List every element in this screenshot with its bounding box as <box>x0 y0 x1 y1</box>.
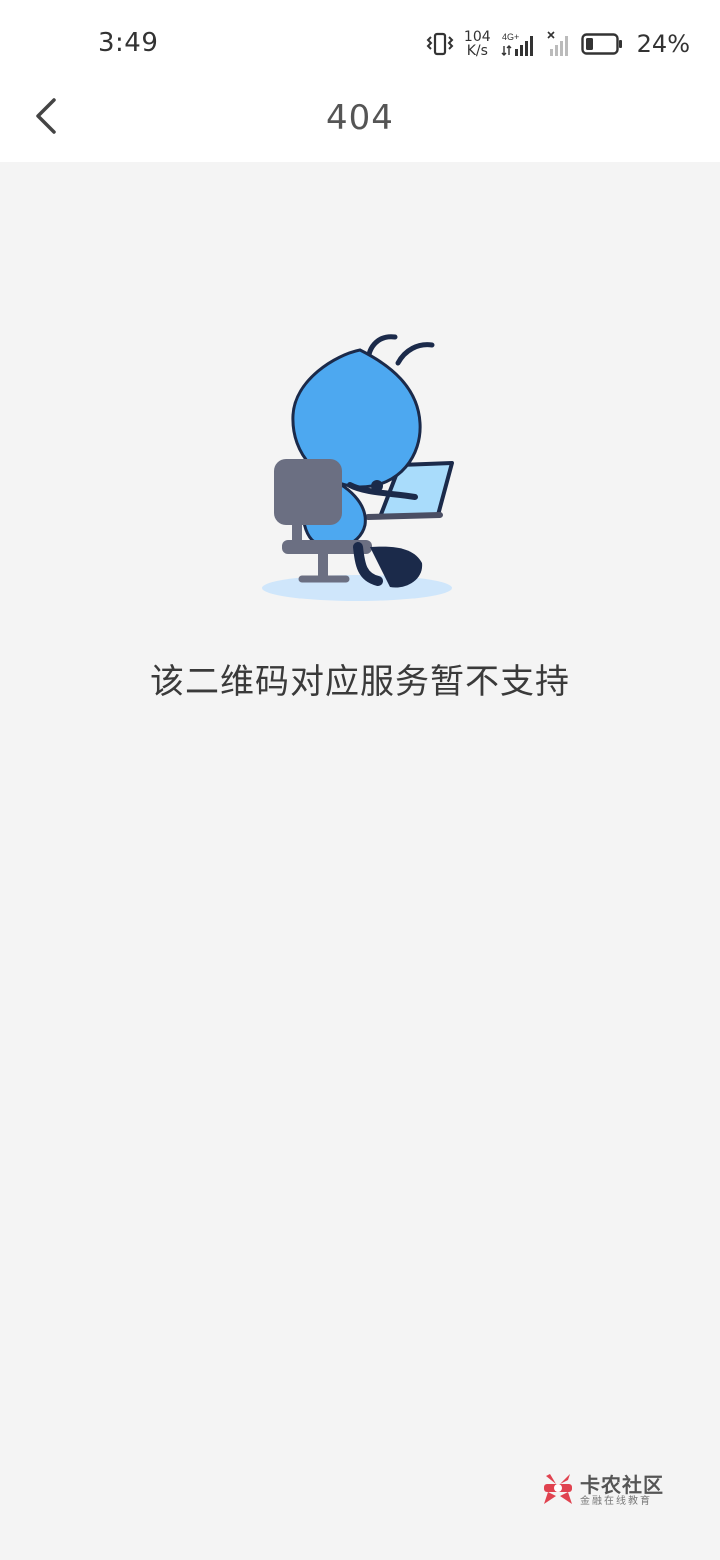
watermark-title: 卡农社区 <box>580 1473 664 1497</box>
nav-bar: 404 <box>0 86 720 162</box>
network-speed-value: 104 <box>463 29 491 45</box>
watermark-logo: 卡农社区 金融在线教育 <box>540 1470 670 1512</box>
battery-icon <box>580 32 623 56</box>
vibrate-icon <box>426 31 454 57</box>
battery-percent: 24% <box>636 30 690 58</box>
status-bar: 3:49 104 K/s 4G+ 24% <box>0 0 720 86</box>
network-speed-unit: K/s <box>466 43 488 59</box>
status-time: 3:49 <box>98 28 159 58</box>
kanong-logo-icon <box>540 1470 576 1512</box>
signal-no-sim-icon <box>547 30 571 58</box>
error-message: 该二维码对应服务暂不支持 <box>150 662 570 702</box>
network-speed: 104 K/s <box>464 30 491 58</box>
page-title: 404 <box>326 98 394 138</box>
signal-4g-icon: 4G+ <box>501 30 537 58</box>
network-type-label: 4G+ <box>502 32 519 42</box>
ant-mascot-illustration <box>250 325 465 610</box>
watermark-subtitle: 金融在线教育 <box>580 1496 652 1507</box>
status-icons: 104 K/s 4G+ 24% <box>426 26 690 62</box>
